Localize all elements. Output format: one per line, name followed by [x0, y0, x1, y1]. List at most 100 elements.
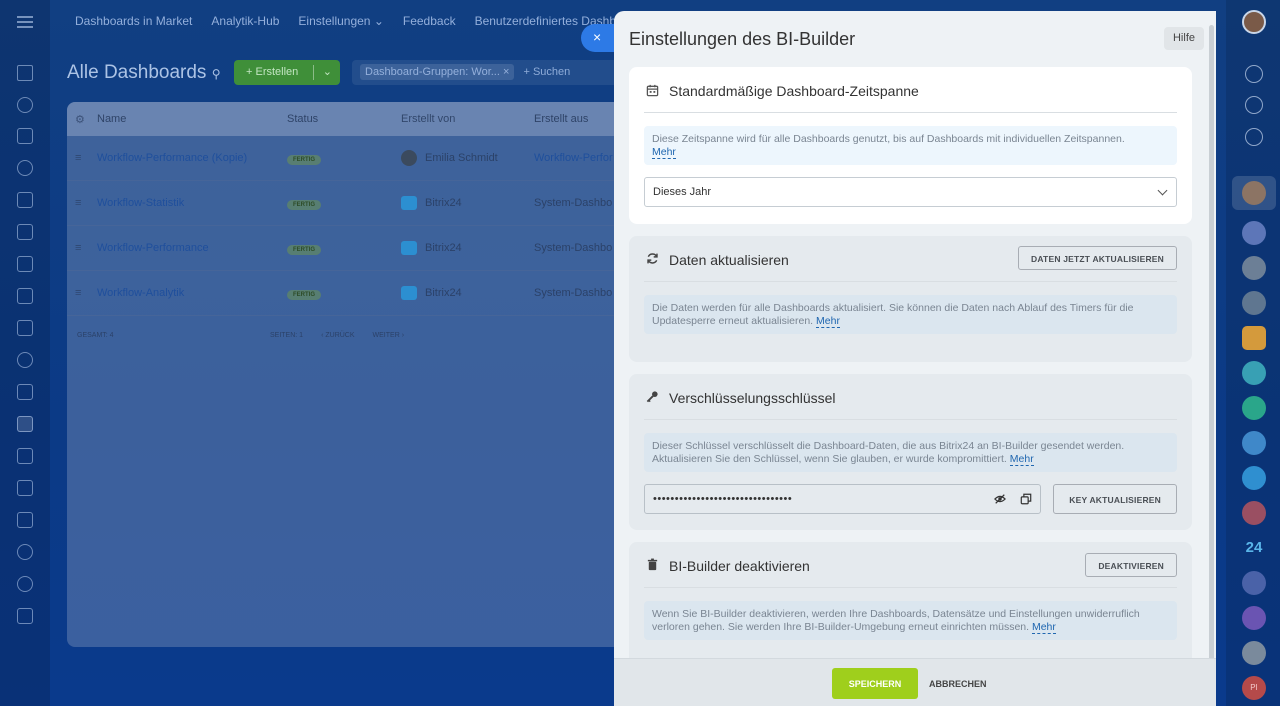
calendar-icon: [646, 84, 659, 97]
automation-icon[interactable]: [17, 544, 33, 560]
copy-icon[interactable]: [1020, 493, 1032, 505]
row-name-link[interactable]: Workflow-Performance (Kopie): [97, 152, 287, 164]
menu-icon[interactable]: [17, 16, 33, 28]
right-rail: 24 PI: [1226, 0, 1280, 706]
user-avatar[interactable]: [1242, 10, 1266, 34]
row-name-link[interactable]: Workflow-Statistik: [97, 197, 287, 209]
create-button[interactable]: + Erstellen ⌄: [234, 60, 340, 85]
encryption-key-card: Verschlüsselungsschlüssel Dieser Schlüss…: [629, 374, 1192, 530]
key-icon: [646, 391, 658, 403]
table-row[interactable]: ≡ Workflow-Statistik FERTIG Bitrix24 Sys…: [67, 181, 627, 226]
encryption-key-field[interactable]: ••••••••••••••••••••••••••••••••: [644, 484, 1041, 514]
support-icon[interactable]: [17, 576, 33, 592]
group-chat-icon[interactable]: [1242, 396, 1266, 420]
nav-settings[interactable]: Einstellungen ⌄: [298, 14, 383, 28]
avatar[interactable]: [1242, 571, 1266, 595]
help-button[interactable]: Hilfe: [1163, 27, 1204, 50]
close-slider-button[interactable]: ×: [581, 24, 615, 52]
prev-page-link[interactable]: ‹ ZURÜCK: [321, 332, 354, 339]
column-creator[interactable]: Erstellt von: [401, 113, 534, 125]
target-icon[interactable]: [1245, 96, 1263, 114]
settings-gear-icon[interactable]: ⚙: [67, 113, 97, 126]
row-menu-icon[interactable]: ≡: [67, 152, 97, 164]
home-icon[interactable]: [17, 65, 33, 81]
row-menu-icon[interactable]: ≡: [67, 242, 97, 254]
more-link[interactable]: Mehr: [1009, 453, 1034, 466]
period-select[interactable]: Dieses Jahr: [644, 177, 1177, 207]
filter-tag[interactable]: Dashboard-Gruppen: Wor... ×: [360, 64, 515, 80]
feed-icon[interactable]: [17, 97, 33, 113]
status-badge: FERTIG: [287, 199, 321, 210]
creator-name: Bitrix24: [425, 287, 462, 299]
row-menu-icon[interactable]: ≡: [67, 197, 97, 209]
table-row[interactable]: ≡ Workflow-Performance FERTIG Bitrix24 S…: [67, 226, 627, 271]
nav-market[interactable]: Dashboards in Market: [75, 14, 192, 28]
contacts-icon[interactable]: [17, 160, 33, 176]
mail-icon[interactable]: [17, 320, 33, 336]
cart-icon[interactable]: [17, 512, 33, 528]
chevron-down-icon[interactable]: ⌄: [323, 65, 332, 78]
creator-name: Bitrix24: [425, 197, 462, 209]
documents-icon[interactable]: [17, 192, 33, 208]
divider: [644, 419, 1177, 420]
status-badge: FERTIG: [287, 154, 321, 165]
eye-hidden-icon[interactable]: [994, 493, 1006, 505]
creator-name: Bitrix24: [425, 242, 462, 254]
avatar[interactable]: [1242, 256, 1266, 280]
avatar[interactable]: [1242, 641, 1266, 665]
avatar[interactable]: [1242, 181, 1266, 205]
drive-icon[interactable]: [17, 224, 33, 240]
avatar: [401, 150, 417, 166]
chat-icon[interactable]: [17, 352, 33, 368]
group-chat-icon[interactable]: [1242, 361, 1266, 385]
settings-slider: Einstellungen des BI-Builder Hilfe Stand…: [614, 11, 1216, 706]
nav-analytics-hub[interactable]: Analytik-Hub: [211, 14, 279, 28]
calendar-icon[interactable]: [17, 384, 33, 400]
more-link[interactable]: Mehr: [1031, 621, 1056, 634]
group-chat-icon[interactable]: [1242, 431, 1266, 455]
column-status[interactable]: Status: [287, 113, 401, 125]
row-name-link[interactable]: Workflow-Analytik: [97, 287, 287, 299]
pin-icon[interactable]: ⚲: [212, 67, 221, 81]
analytics-icon[interactable]: [17, 416, 33, 432]
grid-footer: GESAMT: 4 SEITEN: 1 ‹ ZURÜCK WEITER ›: [77, 332, 404, 339]
group-chat-icon[interactable]: [1242, 326, 1266, 350]
scrollbar[interactable]: [1209, 25, 1214, 690]
group-chat-icon[interactable]: [1242, 501, 1266, 525]
cancel-button[interactable]: ABBRECHEN: [929, 679, 987, 689]
row-name-link[interactable]: Workflow-Performance: [97, 242, 287, 254]
checklist-icon[interactable]: [17, 256, 33, 272]
deactivate-button[interactable]: DEAKTIVIEREN: [1085, 553, 1177, 577]
close-icon[interactable]: ×: [593, 29, 601, 45]
total-count: GESAMT: 4: [77, 332, 114, 339]
search-input[interactable]: + Suchen: [523, 66, 570, 78]
divider: [644, 281, 1177, 282]
bitrix24-logo-icon: [401, 241, 417, 255]
search-icon[interactable]: [1245, 128, 1263, 146]
edit-icon[interactable]: [17, 608, 33, 624]
refresh-now-button[interactable]: DATEN JETZT AKTUALISIEREN: [1018, 246, 1177, 270]
avatar[interactable]: [1242, 221, 1266, 245]
encryption-key-title: Verschlüsselungsschlüssel: [669, 390, 836, 406]
sites-icon[interactable]: [17, 288, 33, 304]
table-row[interactable]: ≡ Workflow-Performance (Kopie) FERTIG Em…: [67, 136, 627, 181]
avatar[interactable]: [1242, 606, 1266, 630]
avatar[interactable]: PI: [1242, 676, 1266, 700]
group-chat-icon[interactable]: [1242, 466, 1266, 490]
table-row[interactable]: ≡ Workflow-Analytik FERTIG Bitrix24 Syst…: [67, 271, 627, 316]
more-link[interactable]: Mehr: [652, 146, 676, 159]
column-name[interactable]: Name: [97, 113, 287, 125]
avatar[interactable]: [1242, 291, 1266, 315]
bell-icon[interactable]: [1245, 65, 1263, 83]
next-page-link[interactable]: WEITER ›: [373, 332, 405, 339]
filter-icon[interactable]: [17, 448, 33, 464]
filter-search-box[interactable]: Dashboard-Gruppen: Wor... × + Suchen: [352, 60, 622, 85]
row-menu-icon[interactable]: ≡: [67, 287, 97, 299]
tasks-icon[interactable]: [17, 128, 33, 144]
save-button[interactable]: SPEICHERN: [832, 668, 918, 699]
bitrix24-badge[interactable]: 24: [1242, 536, 1266, 560]
cards-icon[interactable]: [17, 480, 33, 496]
nav-feedback[interactable]: Feedback: [403, 14, 456, 28]
more-link[interactable]: Mehr: [816, 315, 840, 328]
update-key-button[interactable]: KEY AKTUALISIEREN: [1053, 484, 1177, 514]
